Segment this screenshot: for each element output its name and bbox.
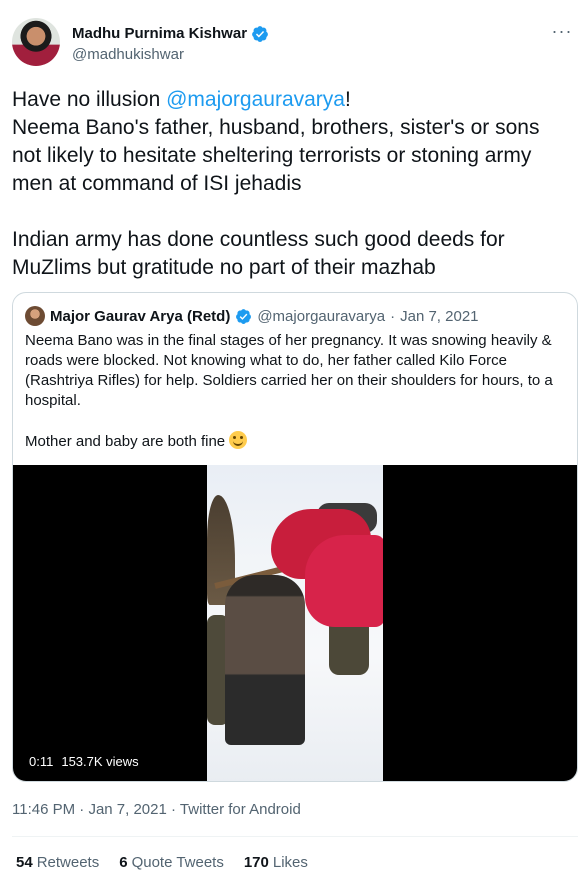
tweet-mention-link[interactable]: @majorgauravarya <box>166 88 345 111</box>
quoted-tweet-card[interactable]: Major Gaurav Arya (Retd) @majorgauravary… <box>12 292 578 782</box>
author-names: Madhu Purnima Kishwar @madhukishwar <box>72 24 269 65</box>
video-duration: 0:11 <box>29 753 54 769</box>
tweet-source: Twitter for Android <box>179 801 301 818</box>
quoted-tweet-header: Major Gaurav Arya (Retd) @majorgauravary… <box>25 305 479 327</box>
video-person-front <box>225 575 305 745</box>
tweet-time[interactable]: 11:46 PM <box>12 801 75 818</box>
quotes-count: 6 <box>119 854 128 871</box>
video-meta-overlay: 0:11 153.7K views <box>25 751 143 771</box>
timestamp-separator: · <box>171 801 177 818</box>
verified-badge-icon <box>236 308 252 324</box>
quote-tweets-stat[interactable]: 6 Quote Tweets <box>119 853 224 873</box>
quoted-date: Jan 7, 2021 <box>400 307 479 325</box>
tweet-text-before: Have no illusion <box>12 88 167 111</box>
quotes-label: Quote Tweets <box>131 854 224 871</box>
tweet-stats: 54 Retweets 6 Quote Tweets 170 Likes <box>16 853 308 873</box>
retweets-count: 54 <box>16 854 33 871</box>
retweets-stat[interactable]: 54 Retweets <box>16 853 99 873</box>
author-handle[interactable]: @madhukishwar <box>72 45 269 65</box>
quoted-tweet-text: Neema Bano was in the final stages of he… <box>25 331 565 452</box>
tweet-text: Have no illusion @majorgauravarya! Neema… <box>12 86 574 282</box>
quoted-author-handle: @majorgauravarya <box>257 307 386 325</box>
quoted-author-name: Major Gaurav Arya (Retd) <box>50 307 231 325</box>
tweet-header: Madhu Purnima Kishwar @madhukishwar ··· <box>12 18 576 70</box>
author-name-text: Madhu Purnima Kishwar <box>72 25 248 42</box>
video-blanket-pink <box>305 535 383 627</box>
quoted-video-player[interactable]: 0:11 153.7K views <box>13 465 577 781</box>
video-views: 153.7K views <box>61 753 139 769</box>
likes-label: Likes <box>272 854 308 871</box>
retweets-label: Retweets <box>36 854 100 871</box>
quoted-author-avatar <box>25 306 45 326</box>
author-avatar[interactable] <box>12 18 60 66</box>
verified-badge-icon <box>252 26 268 42</box>
timestamp-separator: · <box>79 801 85 818</box>
tweet-date[interactable]: Jan 7, 2021 <box>88 801 166 818</box>
author-display-name[interactable]: Madhu Purnima Kishwar <box>72 24 269 44</box>
quoted-separator: · <box>390 307 396 325</box>
quoted-text-body: Neema Bano was in the final stages of he… <box>25 332 553 450</box>
likes-count: 170 <box>243 854 269 871</box>
more-options-icon[interactable]: ··· <box>548 22 576 44</box>
stats-divider <box>12 836 578 837</box>
likes-stat[interactable]: 170 Likes <box>244 853 308 873</box>
tweet-text-after: ! Neema Bano's father, husband, brothers… <box>12 88 540 279</box>
video-frame <box>207 465 383 781</box>
tweet-timestamp: 11:46 PM · Jan 7, 2021 · Twitter for And… <box>12 800 301 820</box>
smiling-face-emoji-icon <box>229 431 248 449</box>
